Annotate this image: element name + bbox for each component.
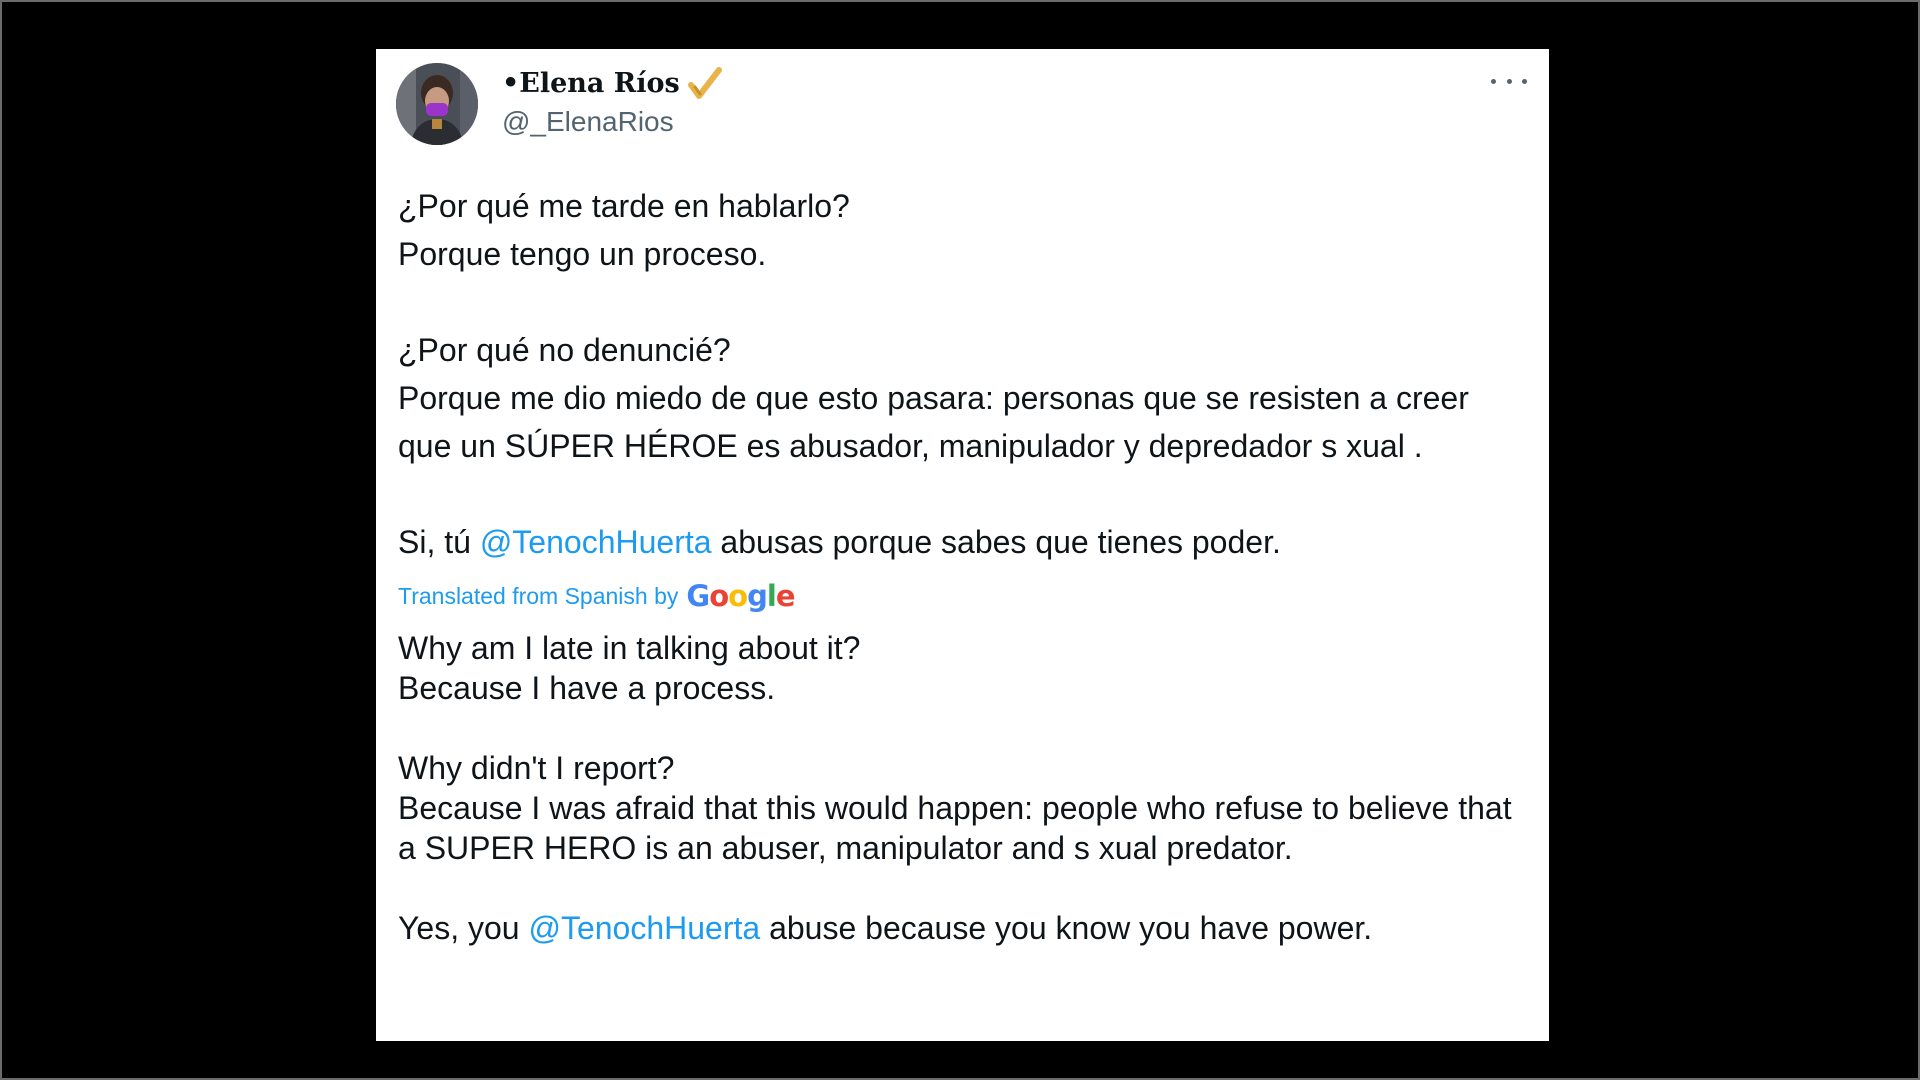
google-logo-letter: l [766, 579, 777, 613]
translated-paragraph: Yes, you @TenochHuerta abuse because you… [398, 908, 1518, 948]
google-logo: Google [686, 579, 796, 613]
mention-link[interactable]: @TenochHuerta [480, 524, 712, 560]
screenshot-frame: •Elena Ríos @_ElenaRios ¿Por qué me tard… [0, 0, 1920, 1080]
google-logo-letter: g [747, 579, 768, 613]
tweet-card: •Elena Ríos @_ElenaRios ¿Por qué me tard… [376, 49, 1549, 1041]
translation-attribution: Translated from Spanish by Google [398, 574, 1518, 618]
avatar[interactable] [396, 63, 478, 145]
google-logo-letter: o [728, 579, 748, 613]
google-logo-letter: e [775, 579, 796, 613]
translated-paragraph: Why am I late in talking about it? Becau… [398, 628, 1518, 708]
author-name-row: •Elena Ríos [502, 65, 722, 101]
author-name[interactable]: •Elena Ríos [502, 68, 680, 99]
translated-text-run: Yes, you [398, 910, 529, 946]
tweet-line: Porque tengo un proceso. [398, 236, 767, 272]
translation-label[interactable]: Translated from Spanish by [398, 583, 678, 610]
translated-line: Why am I late in talking about it? [398, 630, 861, 666]
translated-paragraph: Why didn't I report? Because I was afrai… [398, 748, 1518, 868]
tweet-text: Si, tú [398, 524, 480, 560]
google-logo-letter: G [686, 579, 710, 613]
translated-line: Why didn't I report? [398, 750, 675, 786]
tweet-text: abusas porque sabes que tienes poder. [711, 524, 1281, 560]
translated-line: Because I was afraid that this would hap… [398, 790, 1512, 866]
translated-line: Because I have a process. [398, 670, 776, 706]
tweet-paragraph: ¿Por qué no denuncié? Porque me dio mied… [398, 326, 1518, 470]
tweet-body: ¿Por qué me tarde en hablarlo? Porque te… [398, 182, 1518, 948]
author-handle[interactable]: @_ElenaRios [502, 106, 674, 138]
mention-link[interactable]: @TenochHuerta [528, 910, 760, 946]
tweet-line: ¿Por qué no denuncié? [398, 332, 731, 368]
tweet-paragraph: ¿Por qué me tarde en hablarlo? Porque te… [398, 182, 1518, 278]
more-dot-icon [1491, 78, 1496, 84]
more-dot-icon [1522, 78, 1527, 84]
translated-text-run: abuse because you know you have power. [760, 910, 1373, 946]
tweet-paragraph: Si, tú @TenochHuerta abusas porque sabes… [398, 518, 1518, 566]
tweet-line: Porque me dio miedo de que esto pasara: … [398, 380, 1469, 464]
tweet-line: ¿Por qué me tarde en hablarlo? [398, 188, 850, 224]
more-dot-icon [1506, 78, 1512, 84]
pencil-check-icon [686, 65, 722, 101]
more-options-button[interactable] [1491, 69, 1527, 93]
translated-text: Why am I late in talking about it? Becau… [398, 628, 1518, 948]
google-logo-letter: o [709, 579, 729, 613]
